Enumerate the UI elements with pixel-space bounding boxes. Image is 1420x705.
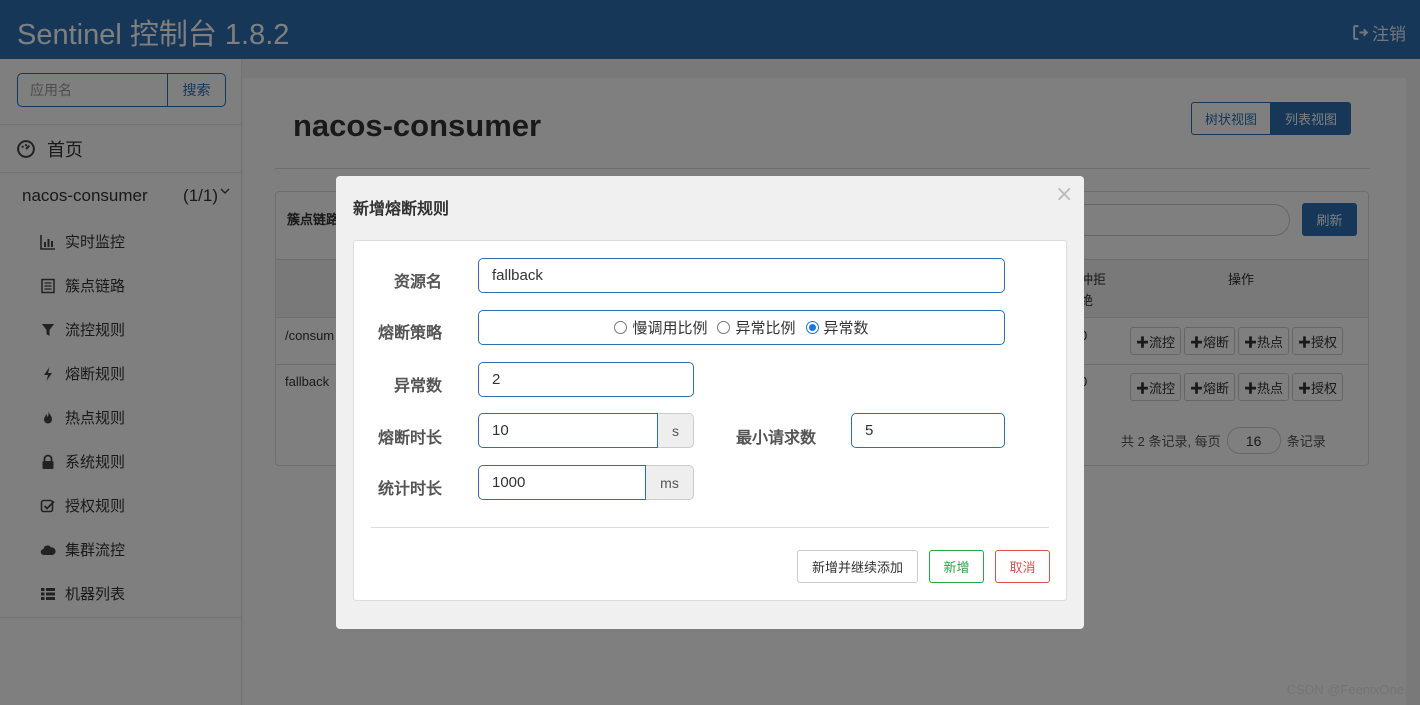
exception-count-input[interactable] — [478, 362, 694, 397]
radio-dot — [717, 321, 731, 334]
radio-dot — [614, 321, 628, 334]
min-request-input[interactable] — [851, 413, 1005, 448]
duration-unit: s — [658, 413, 694, 448]
add-button[interactable]: 新增 — [929, 550, 984, 583]
stat-duration-unit: ms — [646, 465, 694, 500]
radio-exception-count[interactable]: 异常数 — [805, 317, 869, 338]
strategy-radio-group: 慢调用比例 异常比例 异常数 — [478, 310, 1005, 345]
cancel-button[interactable]: 取消 — [995, 550, 1050, 583]
dialog-body: 资源名 熔断策略 慢调用比例 异常比例 异常数 异常数 熔断时长 s 最小请求数… — [353, 240, 1067, 601]
radio-exception-ratio[interactable]: 异常比例 — [717, 317, 796, 338]
radio-dot-selected — [805, 321, 819, 334]
add-degrade-rule-dialog: 新增熔断规则 × 资源名 熔断策略 慢调用比例 异常比例 异常数 异常数 熔断时… — [336, 176, 1084, 629]
dialog-divider — [371, 527, 1049, 528]
close-icon[interactable]: × — [1055, 182, 1073, 207]
radio-slow-ratio[interactable]: 慢调用比例 — [614, 317, 707, 338]
exception-count-label: 异常数 — [394, 378, 443, 395]
duration-label: 熔断时长 — [378, 430, 443, 447]
resource-name-label: 资源名 — [394, 274, 443, 291]
dialog-title: 新增熔断规则 — [353, 201, 450, 218]
min-request-label: 最小请求数 — [736, 430, 817, 447]
duration-input[interactable] — [478, 413, 658, 448]
strategy-label: 熔断策略 — [378, 325, 443, 342]
add-and-continue-button[interactable]: 新增并继续添加 — [797, 550, 918, 583]
resource-name-input[interactable] — [478, 258, 1005, 293]
stat-duration-input[interactable] — [478, 465, 646, 500]
stat-duration-label: 统计时长 — [378, 481, 443, 498]
